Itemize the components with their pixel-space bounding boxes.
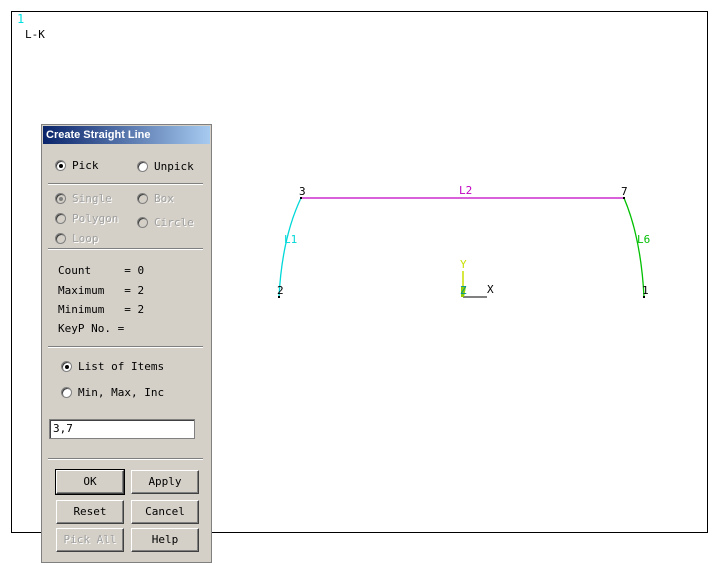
- maximum-row: Maximum = 2: [58, 284, 144, 297]
- loop-radio-dot: [55, 233, 66, 244]
- list-of-items-label: List of Items: [78, 360, 165, 373]
- keyp-label: KeyP No. =: [58, 322, 125, 335]
- keypoint-label-1: 1: [642, 284, 649, 297]
- loop-label: Loop: [72, 232, 99, 245]
- unpick-label: Unpick: [154, 160, 194, 173]
- dialog-title[interactable]: Create Straight Line: [43, 126, 210, 144]
- minimum-row: Minimum = 2: [58, 303, 144, 316]
- maximum-label: Maximum =: [58, 284, 131, 297]
- count-row: Count = 0: [58, 264, 144, 277]
- separator: [48, 183, 203, 185]
- create-straight-line-dialog: Create Straight Line Pick Unpick Single …: [41, 124, 212, 563]
- pick-radio-dot[interactable]: [55, 160, 66, 171]
- min-max-inc-label: Min, Max, Inc: [78, 386, 165, 399]
- single-label: Single: [72, 192, 112, 205]
- triad-x-label: X: [487, 283, 494, 296]
- box-label: Box: [154, 192, 174, 205]
- unpick-radio-dot[interactable]: [137, 161, 148, 172]
- circle-label: Circle: [154, 216, 194, 229]
- line-label-L6: L6: [637, 233, 650, 246]
- line-label-L2: L2: [459, 184, 472, 197]
- list-of-items-radio[interactable]: List of Items: [61, 360, 164, 373]
- loop-radio: Loop: [55, 232, 99, 245]
- unpick-radio[interactable]: Unpick: [137, 160, 194, 173]
- pick-radio[interactable]: Pick: [55, 159, 99, 172]
- keypoint-label-7: 7: [621, 185, 628, 198]
- keypoint-label-2: 2: [277, 284, 284, 297]
- separator: [48, 248, 203, 250]
- polygon-label: Polygon: [72, 212, 119, 225]
- circle-radio-dot: [137, 217, 148, 228]
- circle-radio: Circle: [137, 216, 194, 229]
- maximum-value: 2: [137, 284, 145, 297]
- count-label: Count =: [58, 264, 131, 277]
- list-of-items-radio-dot[interactable]: [61, 361, 72, 372]
- cancel-button[interactable]: Cancel: [131, 500, 199, 524]
- minimum-label: Minimum =: [58, 303, 131, 316]
- triad-y-label: Y: [460, 258, 467, 271]
- apply-button[interactable]: Apply: [131, 470, 199, 494]
- single-radio-dot: [55, 193, 66, 204]
- triad-z-label: Z: [460, 284, 467, 297]
- pick-label: Pick: [72, 159, 99, 172]
- count-value: 0: [137, 264, 145, 277]
- pick-all-button: Pick All: [56, 528, 124, 552]
- polygon-radio-dot: [55, 213, 66, 224]
- separator: [48, 458, 203, 460]
- minimum-value: 2: [137, 303, 145, 316]
- min-max-inc-radio[interactable]: Min, Max, Inc: [61, 386, 164, 399]
- line-L6: [623, 197, 645, 298]
- ok-button[interactable]: OK: [55, 469, 125, 495]
- keyp-row: KeyP No. =: [58, 322, 124, 335]
- help-button[interactable]: Help: [131, 528, 199, 552]
- polygon-radio: Polygon: [55, 212, 118, 225]
- reset-button[interactable]: Reset: [56, 500, 124, 524]
- line-L1: [278, 197, 302, 298]
- single-radio: Single: [55, 192, 112, 205]
- separator: [48, 346, 203, 348]
- min-max-inc-radio-dot[interactable]: [61, 387, 72, 398]
- line-label-L1: L1: [284, 233, 297, 246]
- keypoint-label-3: 3: [299, 185, 306, 198]
- pick-list-input[interactable]: 3,7: [49, 419, 195, 439]
- box-radio: Box: [137, 192, 174, 205]
- box-radio-dot: [137, 193, 148, 204]
